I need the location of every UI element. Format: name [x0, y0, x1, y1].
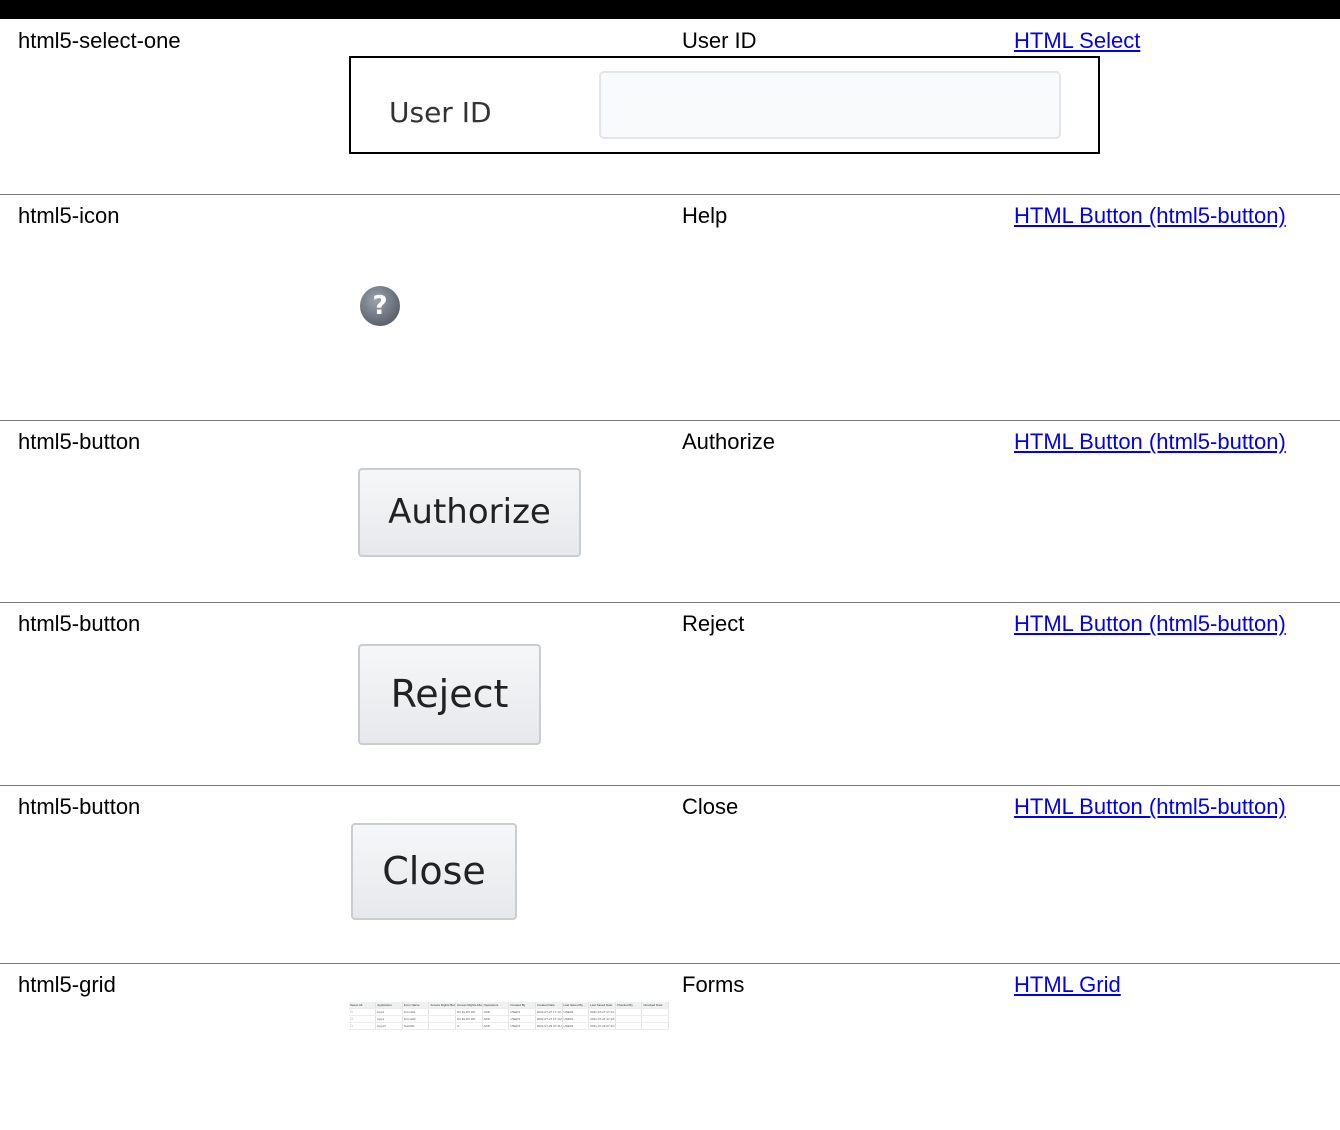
doc-link-html-grid[interactable]: HTML Grid — [1014, 972, 1121, 998]
user-id-select[interactable] — [599, 71, 1061, 139]
grid-cell: USER1 — [562, 1015, 590, 1023]
grid-cell — [615, 1022, 643, 1030]
row-divider — [0, 785, 1340, 786]
doc-link-html-button[interactable]: HTML Button (html5-button) — [1014, 611, 1286, 637]
element-label: User ID — [682, 28, 757, 53]
doc-link-html-button[interactable]: HTML Button (html5-button) — [1014, 203, 1286, 229]
grid-cell — [641, 1022, 669, 1030]
grid-cell: DV,Dv,DX,DD — [455, 1008, 483, 1016]
grid-cell: 2021-07-27 17:13:12 — [588, 1008, 616, 1016]
element-label: Authorize — [682, 429, 775, 454]
grid-cell: Forms01 — [402, 1008, 430, 1016]
element-type: html5-select-one — [18, 28, 181, 53]
element-type: html5-button — [18, 611, 141, 636]
grid-cell: 2021-07-27 17:13:12 — [535, 1008, 563, 1016]
user-id-field-label: User ID — [389, 96, 492, 129]
grid-cell: App1 — [375, 1008, 403, 1016]
grid-cell: vl — [455, 1022, 483, 1030]
close-button[interactable]: Close — [351, 823, 517, 920]
grid-header-cell[interactable]: Last Saved Date — [588, 1002, 616, 1009]
element-type: html5-button — [18, 429, 141, 454]
doc-link-html-select[interactable]: HTML Select — [1014, 28, 1140, 54]
doc-link-html-button[interactable]: HTML Button (html5-button) — [1014, 429, 1286, 455]
grid-row[interactable]: ☐ App13 Test200 vl ADD USER1 2021-07-29 07:41:… — [349, 1022, 669, 1030]
element-type: html5-grid — [18, 972, 116, 997]
authorize-button[interactable]: Authorize — [358, 468, 581, 557]
grid-cell — [428, 1022, 456, 1030]
grid-cell — [428, 1015, 456, 1023]
grid-cell: 2021-07-29 07:41:04 — [535, 1022, 563, 1030]
forms-grid-table: Select All Application Form Name Access Rig… — [349, 1002, 669, 1030]
forms-grid[interactable]: Select All Application Form Name Access Rig… — [349, 1002, 669, 1030]
grid-header-cell[interactable]: Access Rights Before — [428, 1002, 456, 1009]
table-top-border — [0, 0, 1340, 19]
grid-cell — [428, 1008, 456, 1016]
grid-cell: App13 — [375, 1022, 403, 1030]
grid-cell: USER1 — [508, 1008, 536, 1016]
grid-row-checkbox[interactable]: ☐ — [349, 1022, 377, 1030]
grid-cell — [641, 1015, 669, 1023]
reject-button[interactable]: Reject — [358, 644, 541, 745]
grid-row[interactable]: ☐ App1 Forms01 DV,Dv,DX,DD ADD USER1 2021-07-2… — [349, 1008, 669, 1016]
grid-cell: USER1 — [508, 1015, 536, 1023]
grid-row-checkbox[interactable]: ☐ — [349, 1015, 377, 1023]
grid-cell: USER1 — [562, 1022, 590, 1030]
grid-cell: 2021-07-27 17:14:50 — [535, 1015, 563, 1023]
doc-link-html-button[interactable]: HTML Button (html5-button) — [1014, 794, 1286, 820]
help-icon[interactable]: ? — [360, 286, 400, 326]
grid-cell: 2021-07-29 07:41:04 — [588, 1022, 616, 1030]
grid-cell: App1 — [375, 1015, 403, 1023]
row-divider — [0, 420, 1340, 421]
grid-cell: Test200 — [402, 1022, 430, 1030]
element-label: Forms — [682, 972, 745, 997]
user-id-select-sample: User ID — [349, 56, 1100, 154]
grid-row-checkbox[interactable]: ☐ — [349, 1008, 377, 1016]
element-label: Help — [682, 203, 728, 228]
grid-cell: USER1 — [508, 1022, 536, 1030]
grid-cell: ADD — [482, 1015, 510, 1023]
grid-cell: ADD — [482, 1022, 510, 1030]
grid-row[interactable]: ☐ App1 Forms02 DV,Dv,DX,DD ADD USER1 2021-07-2… — [349, 1015, 669, 1023]
grid-cell: USER1 — [562, 1008, 590, 1016]
grid-cell: 2021-07-27 17:14:50 — [588, 1015, 616, 1023]
element-label: Reject — [682, 611, 745, 636]
grid-cell — [615, 1015, 643, 1023]
element-type: html5-icon — [18, 203, 120, 228]
grid-cell — [641, 1008, 669, 1016]
row-divider — [0, 963, 1340, 964]
row-divider — [0, 194, 1340, 195]
grid-cell: DV,Dv,DX,DD — [455, 1015, 483, 1023]
element-type: html5-button — [18, 794, 141, 819]
row-divider — [0, 602, 1340, 603]
grid-header-cell[interactable]: Access Rights After — [455, 1002, 483, 1009]
grid-cell: ADD — [482, 1008, 510, 1016]
grid-cell: Forms02 — [402, 1015, 430, 1023]
grid-cell — [615, 1008, 643, 1016]
element-label: Close — [682, 794, 739, 819]
